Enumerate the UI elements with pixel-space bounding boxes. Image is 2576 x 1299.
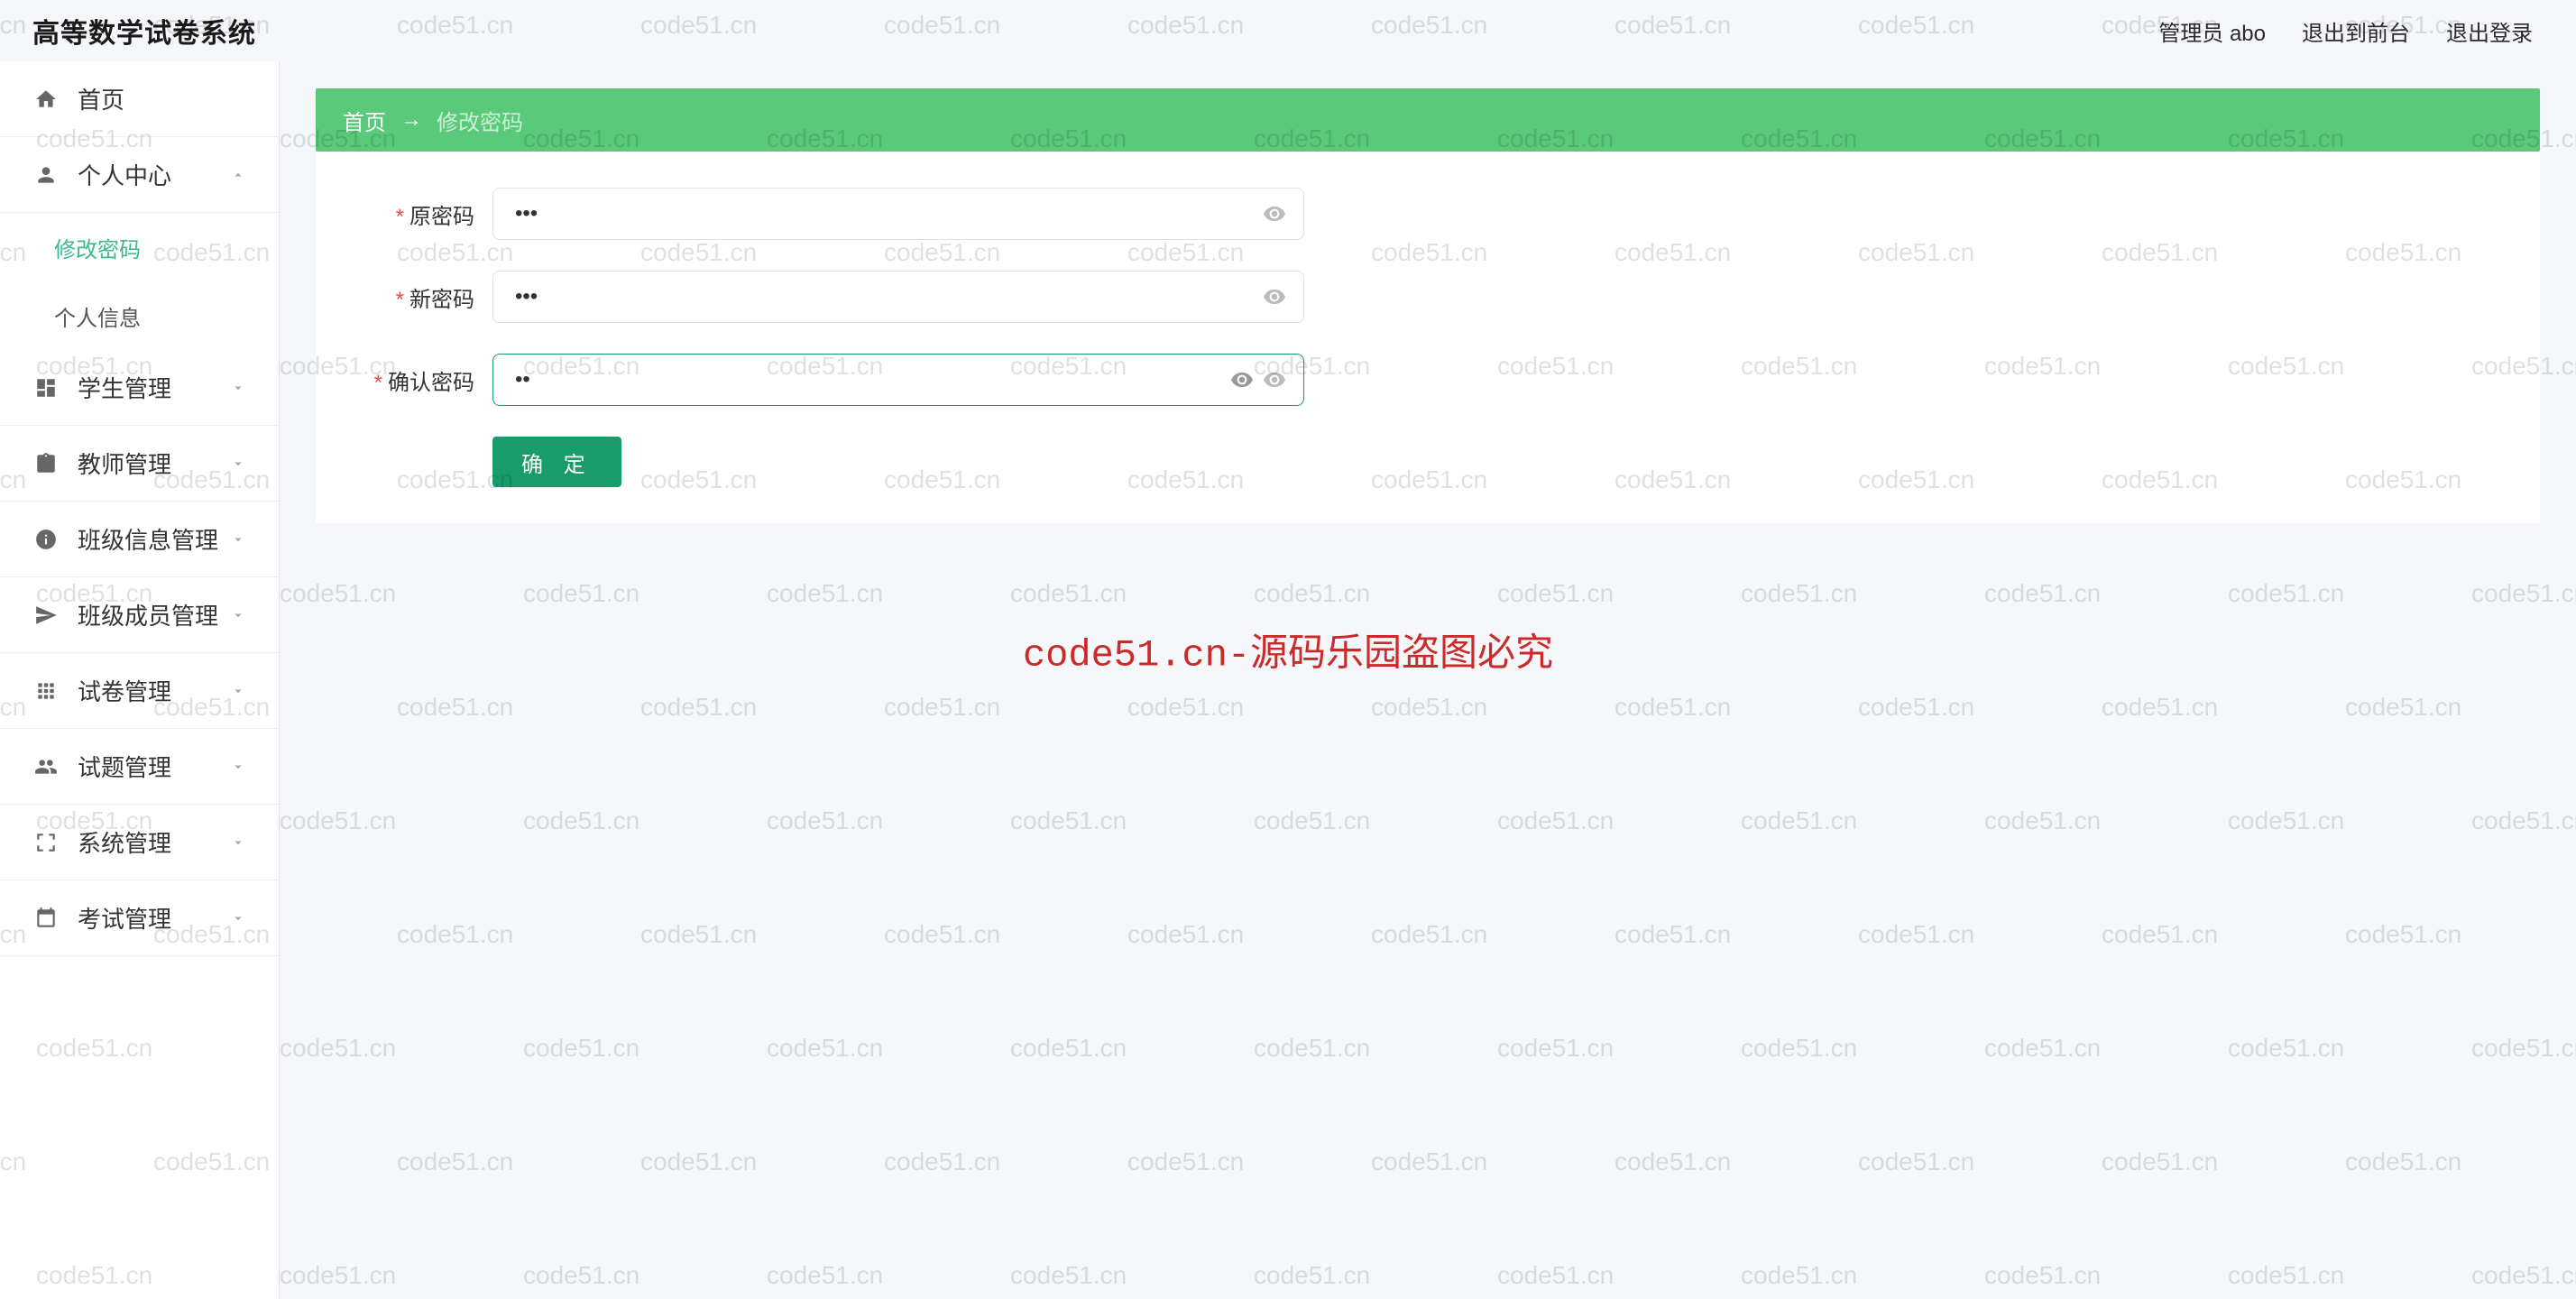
sidebar-item-label: 首页 bbox=[78, 82, 124, 115]
sidebar-item-change-password[interactable]: 修改密码 bbox=[0, 213, 279, 281]
chevron-down-icon bbox=[230, 531, 246, 548]
breadcrumb: 首页 → 修改密码 bbox=[316, 88, 2540, 152]
sidebar-item-label: 系统管理 bbox=[78, 825, 171, 859]
sidebar-item-label: 个人中心 bbox=[78, 158, 171, 191]
sidebar-item-system-mgmt[interactable]: 系统管理 bbox=[0, 805, 279, 880]
chevron-down-icon bbox=[230, 683, 246, 699]
app-header: 高等数学试卷系统 管理员 abo 退出到前台 退出登录 bbox=[0, 0, 2576, 61]
sidebar-item-label: 教师管理 bbox=[78, 447, 171, 480]
user-icon bbox=[32, 161, 60, 189]
sidebar-item-label: 考试管理 bbox=[78, 901, 171, 935]
sidebar-item-label: 试卷管理 bbox=[78, 674, 171, 707]
password-form: *原密码 *新密码 *确认密码 bbox=[316, 152, 2540, 523]
sidebar-item-label: 个人信息 bbox=[54, 300, 141, 332]
clock-icon bbox=[32, 526, 60, 553]
sidebar-item-personal-center[interactable]: 个人中心 bbox=[0, 137, 279, 213]
app-title: 高等数学试卷系统 bbox=[32, 11, 256, 51]
sidebar-item-label: 试题管理 bbox=[78, 750, 171, 783]
old-password-label: *原密码 bbox=[348, 198, 474, 230]
sidebar-item-personal-info[interactable]: 个人信息 bbox=[0, 281, 279, 350]
admin-label[interactable]: 管理员 abo bbox=[2158, 15, 2266, 47]
breadcrumb-separator: → bbox=[400, 107, 422, 133]
sidebar-item-label: 修改密码 bbox=[54, 232, 141, 263]
breadcrumb-current: 修改密码 bbox=[437, 105, 523, 136]
eye-icon[interactable] bbox=[1263, 368, 1286, 392]
home-icon bbox=[32, 86, 60, 113]
chevron-down-icon bbox=[230, 380, 246, 396]
sidebar-item-label: 班级成员管理 bbox=[78, 598, 218, 631]
exit-front-link[interactable]: 退出到前台 bbox=[2302, 15, 2410, 47]
sidebar-item-class-member-mgmt[interactable]: 班级成员管理 bbox=[0, 577, 279, 653]
calendar-icon bbox=[32, 905, 60, 932]
clipboard-icon bbox=[32, 450, 60, 477]
fullscreen-icon bbox=[32, 829, 60, 856]
breadcrumb-home[interactable]: 首页 bbox=[343, 105, 386, 136]
new-password-label: *新密码 bbox=[348, 281, 474, 313]
grid-icon bbox=[32, 677, 60, 705]
sidebar-item-student-mgmt[interactable]: 学生管理 bbox=[0, 350, 279, 426]
sidebar: 首页 个人中心 修改密码 个人信息 学生管理 bbox=[0, 61, 280, 1299]
sidebar-item-label: 班级信息管理 bbox=[78, 522, 218, 556]
logout-link[interactable]: 退出登录 bbox=[2446, 15, 2533, 47]
sidebar-item-question-mgmt[interactable]: 试题管理 bbox=[0, 729, 279, 805]
send-icon bbox=[32, 602, 60, 629]
eye-open-icon[interactable] bbox=[1230, 368, 1254, 392]
submit-button[interactable]: 确 定 bbox=[492, 437, 621, 487]
main-content: 首页 → 修改密码 *原密码 *新密码 bbox=[280, 61, 2576, 1299]
sidebar-item-label: 学生管理 bbox=[78, 371, 171, 404]
chevron-down-icon bbox=[230, 456, 246, 472]
chevron-down-icon bbox=[230, 759, 246, 775]
new-password-input[interactable] bbox=[492, 271, 1304, 323]
sidebar-item-teacher-mgmt[interactable]: 教师管理 bbox=[0, 426, 279, 502]
sidebar-item-home[interactable]: 首页 bbox=[0, 61, 279, 137]
chevron-down-icon bbox=[230, 834, 246, 851]
chevron-down-icon bbox=[230, 910, 246, 926]
confirm-password-input[interactable] bbox=[492, 354, 1304, 406]
list-icon bbox=[32, 374, 60, 401]
sidebar-item-exam-mgmt[interactable]: 考试管理 bbox=[0, 880, 279, 956]
sidebar-item-exam-paper-mgmt[interactable]: 试卷管理 bbox=[0, 653, 279, 729]
chevron-up-icon bbox=[230, 167, 246, 183]
chevron-down-icon bbox=[230, 607, 246, 623]
sidebar-item-class-info-mgmt[interactable]: 班级信息管理 bbox=[0, 502, 279, 577]
old-password-input[interactable] bbox=[492, 188, 1304, 240]
users-icon bbox=[32, 753, 60, 780]
confirm-password-label: *确认密码 bbox=[348, 364, 474, 396]
eye-icon[interactable] bbox=[1263, 202, 1286, 226]
eye-icon[interactable] bbox=[1263, 285, 1286, 309]
